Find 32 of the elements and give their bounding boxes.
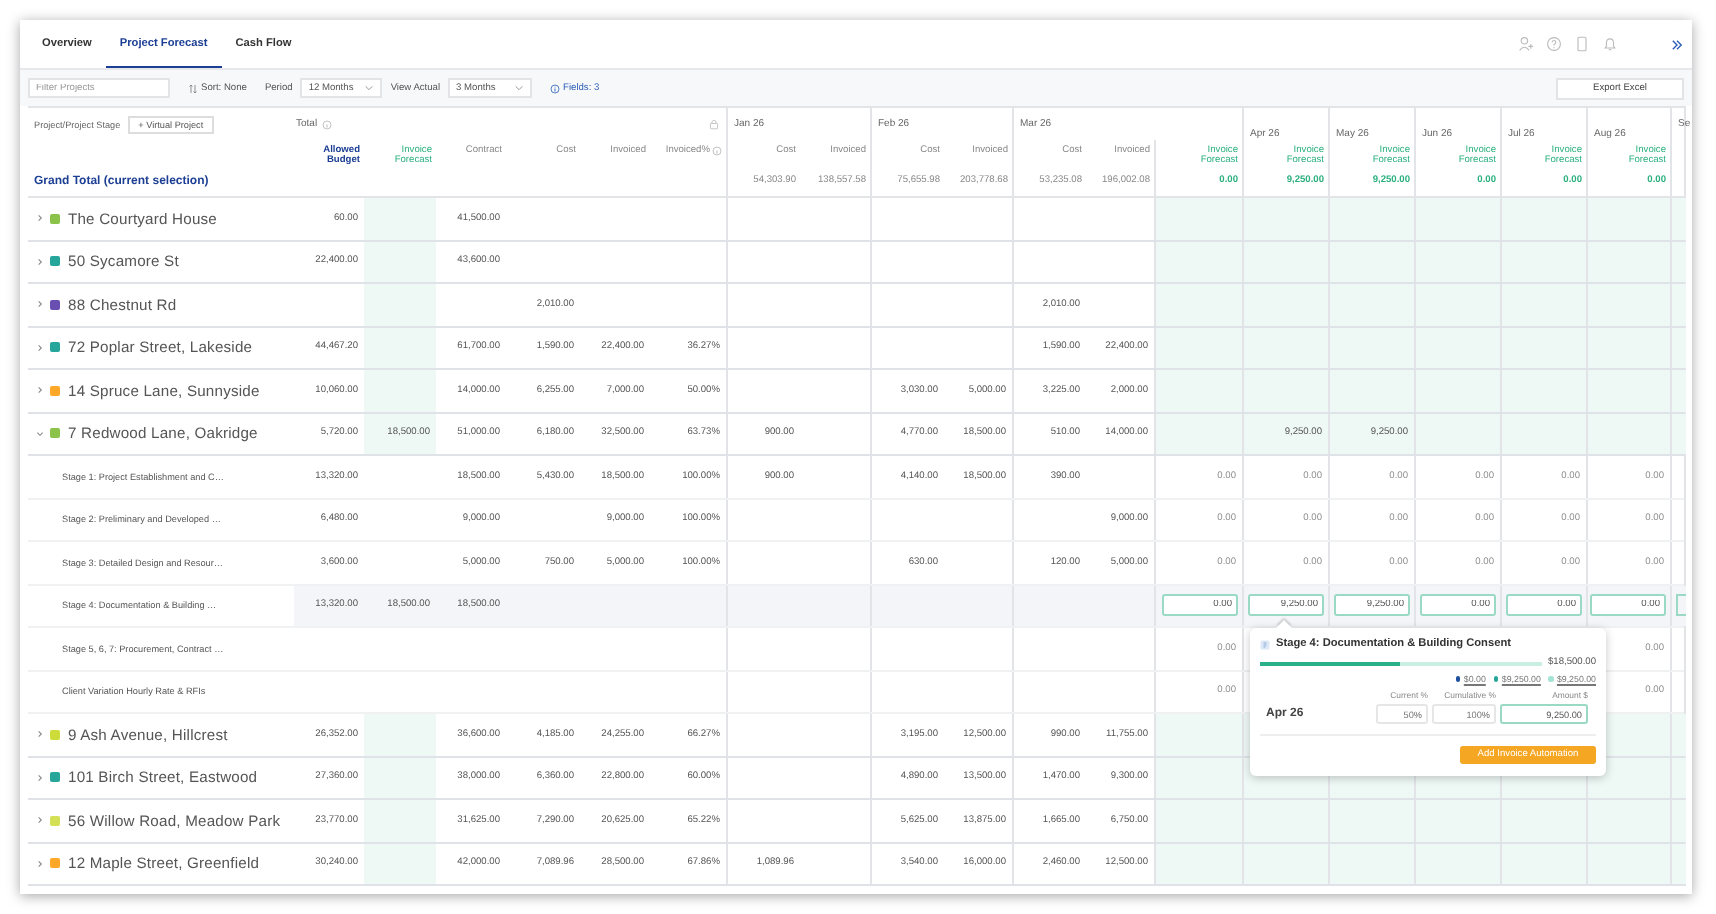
chevron-icon[interactable] — [36, 859, 44, 868]
help-icon[interactable] — [1546, 36, 1562, 52]
bell-icon[interactable] — [1602, 36, 1618, 52]
input-field[interactable] — [1676, 594, 1686, 617]
table-cell — [364, 757, 436, 798]
table-cell — [364, 327, 436, 368]
info-icon — [321, 119, 332, 129]
chevron-icon[interactable] — [36, 773, 44, 782]
info-icon — [550, 83, 561, 93]
chevron-icon[interactable] — [36, 214, 44, 223]
chevron-icon[interactable] — [36, 257, 44, 266]
table-cell — [364, 370, 436, 411]
caret-icon — [364, 84, 375, 92]
table-cell — [364, 241, 436, 282]
phone-icon[interactable] — [1574, 36, 1590, 52]
lock-icon — [708, 118, 720, 130]
chevron-icon[interactable] — [36, 730, 44, 739]
sort-icon — [188, 83, 198, 93]
person-add-icon[interactable] — [1518, 36, 1534, 52]
caret-icon — [514, 84, 525, 92]
document-icon — [1260, 639, 1270, 649]
double-chevron-icon[interactable] — [1670, 37, 1684, 51]
table-cell — [364, 198, 436, 239]
chevron-icon[interactable] — [36, 816, 44, 825]
table-cell — [364, 800, 436, 841]
table-cell — [364, 714, 436, 755]
chevron-icon[interactable] — [36, 343, 44, 352]
chevron-icon[interactable] — [36, 386, 44, 395]
info-icon — [712, 146, 722, 157]
table-cell — [364, 284, 436, 325]
table-cell — [364, 843, 436, 884]
chevron-icon[interactable] — [36, 300, 44, 309]
